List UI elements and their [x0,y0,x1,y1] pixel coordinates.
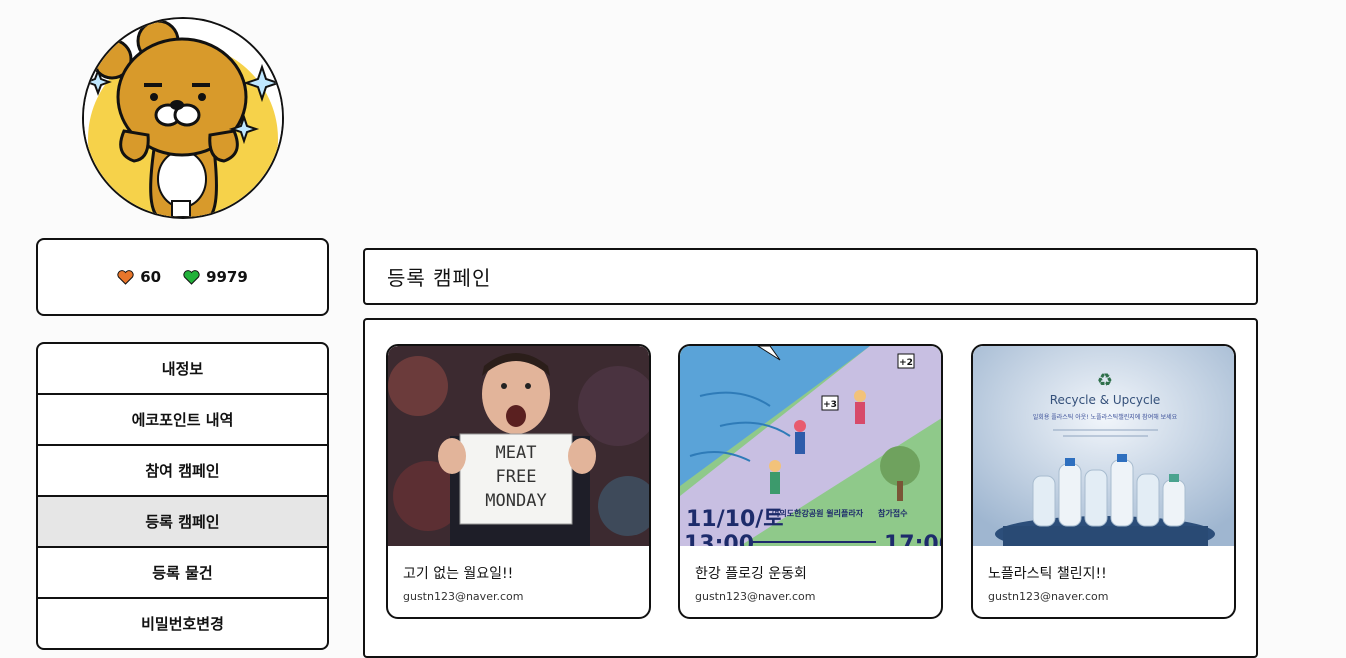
points-panel: 60 9979 [36,238,329,316]
campaign-author: gustn123@naver.com [403,590,524,603]
campaign-title: 고기 없는 월요일!! [403,566,514,582]
poster-date: 11/10/토 [686,507,784,532]
poster-heading: Recycle & Upcycle [1050,393,1161,407]
campaign-title: 노플라스틱 챌린지!! [988,566,1107,582]
poster-place: 여의도한강공원 윌리플라자 [772,508,864,518]
menu-item-registered-campaigns[interactable]: 등록 캠페인 [38,497,327,548]
campaign-thumbnail: MEAT FREE MONDAY [388,346,649,546]
campaign-thumbnail: ♻ Recycle & Upcycle 일회용 플라스틱 아웃! 노플라스틱챌린… [973,346,1234,546]
menu-item-change-password[interactable]: 비밀번호변경 [38,599,327,648]
campaign-author: gustn123@naver.com [988,590,1109,603]
green-point: 9979 [183,268,248,286]
campaign-card[interactable]: MEAT FREE MONDAY 고기 없는 월요일!! gustn123@na… [386,344,651,619]
sign-line-2: FREE [496,467,537,487]
mypage-menu: 내정보 에코포인트 내역 참여 캠페인 등록 캠페인 등록 물건 비밀번호변경 [36,342,329,650]
campaign-card[interactable]: ♻ Recycle & Upcycle 일회용 플라스틱 아웃! 노플라스틱챌린… [971,344,1236,619]
profile-avatar [82,17,284,219]
poster-badge-a: +3 [823,400,837,410]
sign-line-1: MEAT [496,443,537,463]
recycle-icon: ♻ [1097,370,1113,391]
orange-heart-icon [117,269,134,285]
campaign-thumbnail: +3 +2 11/10/토 여의도한강공원 윌리플라자 참가접수 13:00 1… [680,346,941,546]
poster-sub: 일회용 플라스틱 아웃! 노플라스틱챌린지에 참여해 보세요 [1033,413,1178,421]
poster-time-end: 17:00 [884,532,941,546]
menu-item-joined-campaigns[interactable]: 참여 캠페인 [38,446,327,497]
section-title: 등록 캠페인 [363,248,1258,305]
sign-line-3: MONDAY [485,491,546,511]
campaign-card[interactable]: +3 +2 11/10/토 여의도한강공원 윌리플라자 참가접수 13:00 1… [678,344,943,619]
ryan-bear-avatar-icon [84,19,282,217]
green-heart-icon [183,269,200,285]
campaign-grid: MEAT FREE MONDAY 고기 없는 월요일!! gustn123@na… [363,318,1258,658]
menu-item-registered-items[interactable]: 등록 물건 [38,548,327,599]
menu-item-eco-point-history[interactable]: 에코포인트 내역 [38,395,327,446]
poster-badge-b: +2 [899,358,913,368]
campaign-author: gustn123@naver.com [695,590,816,603]
orange-point-count: 60 [140,268,162,286]
orange-point: 60 [117,268,161,286]
menu-item-my-info[interactable]: 내정보 [38,344,327,395]
campaign-title: 한강 플로깅 운동회 [695,566,807,582]
poster-join: 참가접수 [878,508,908,518]
green-point-count: 9979 [206,268,248,286]
poster-time-start: 13:00 [684,532,754,546]
